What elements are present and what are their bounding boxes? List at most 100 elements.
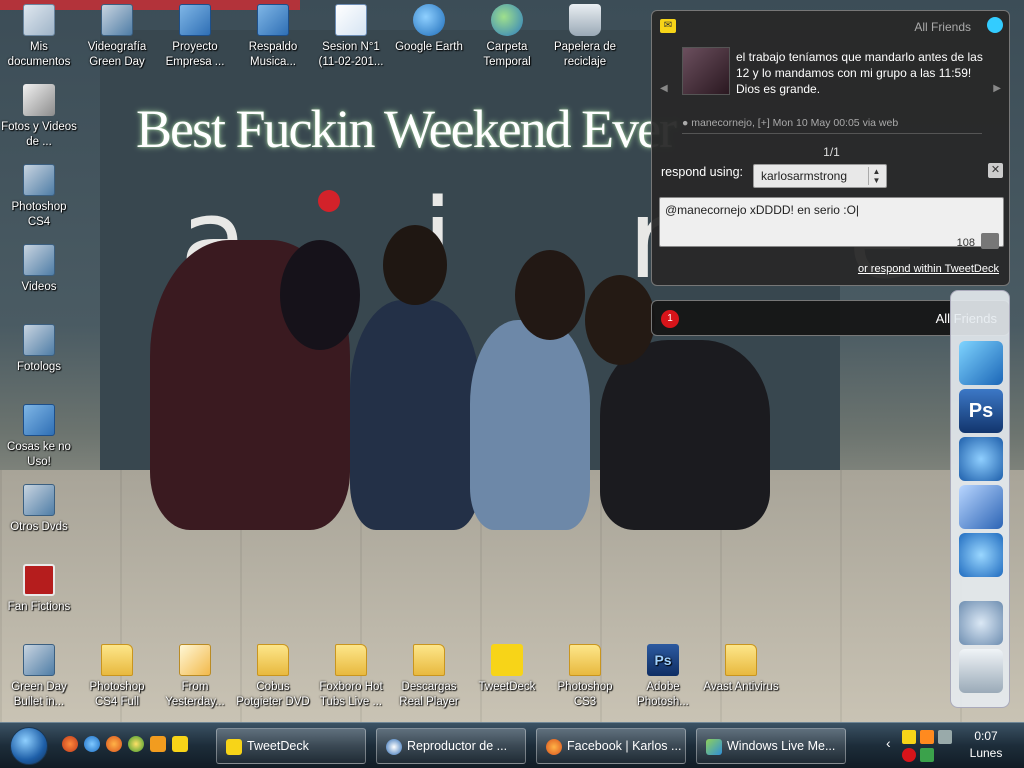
real-player-icon[interactable]: [959, 437, 1003, 481]
taskbar-button-label: Windows Live Me...: [727, 739, 836, 753]
desktop-icon-fan-fictions[interactable]: Fan Fictions: [0, 564, 78, 615]
desktop-icon-papelera[interactable]: Papelera de reciclaje: [546, 4, 624, 70]
desktop-icon-cosas[interactable]: Cosas ke no Uso!: [0, 404, 78, 470]
messenger-tray-icon[interactable]: [920, 748, 934, 762]
desktop-icon-label: Avast Antivirus: [703, 681, 779, 693]
reply-text: @manecornejo xDDDD! en serio :O: [665, 203, 856, 217]
desktop-icon-videos[interactable]: Videos: [0, 244, 78, 295]
firefox-icon[interactable]: [106, 736, 122, 752]
notification-count-badge: 1: [661, 310, 679, 328]
taskbar-button-label: Reproductor de ...: [407, 739, 508, 753]
desktop-icon-google-earth[interactable]: Google Earth: [390, 4, 468, 55]
account-select-value: karlosarmstrong: [761, 169, 848, 183]
desktop-icon-adobe-photoshop[interactable]: Ps Adobe Photosh...: [624, 644, 702, 710]
video-folder-icon: [101, 4, 133, 36]
network-icon[interactable]: [938, 730, 952, 744]
start-button[interactable]: [10, 727, 48, 765]
taskbar-button-label: TweetDeck: [247, 739, 309, 753]
network-computer-icon: [257, 4, 289, 36]
desktop-icon-label: Google Earth: [395, 41, 463, 53]
desktop-icon-tweetdeck[interactable]: TweetDeck: [468, 644, 546, 695]
desktop-icon-label: Green Day Bullet in...: [11, 681, 67, 708]
tweet-meta[interactable]: ● manecornejo, [+] Mon 10 May 00:05 via …: [682, 117, 898, 129]
account-select[interactable]: karlosarmstrong ▲ ▼: [753, 164, 887, 188]
prev-tweet-arrow-icon[interactable]: ◀: [660, 83, 668, 94]
tray-app-icon[interactable]: [920, 730, 934, 744]
folder-icon: [257, 644, 289, 676]
desktop-icon-label: Fan Fictions: [7, 601, 71, 613]
desktop-icon-label: Videos: [21, 281, 57, 293]
recycle-bin-icon[interactable]: [959, 649, 1003, 693]
reply-textarea[interactable]: @manecornejo xDDDD! en serio :O|: [659, 197, 1004, 247]
desktop-icon-label: Descargas Real Player: [399, 681, 459, 708]
photo-person: [470, 320, 590, 530]
folder-icon: [101, 644, 133, 676]
app-dock: Ps: [950, 290, 1010, 708]
security-alert-icon[interactable]: [902, 748, 916, 762]
desktop-icon-label: Cosas ke no Uso!: [7, 441, 71, 468]
desktop-icon-label: Fotologs: [16, 361, 62, 373]
desktop-icon-label: Respaldo Musica...: [248, 41, 298, 68]
taskbar-button-reproductor[interactable]: Reproductor de ...: [376, 728, 526, 764]
desktop-icon-photoshop-cs3[interactable]: Photoshop CS3: [546, 644, 624, 710]
desktop-icon-from-yesterday[interactable]: From Yesterday...: [156, 644, 234, 710]
desktop-icon-descargas[interactable]: Descargas Real Player: [390, 644, 468, 710]
desktop-window-icon[interactable]: [959, 485, 1003, 529]
desktop-icon-avast[interactable]: Avast Antivirus: [702, 644, 780, 695]
desktop-icon-cobus[interactable]: Cobus Potgieter DVD: [234, 644, 312, 710]
tweetdeck-icon[interactable]: [172, 736, 188, 752]
desktop-icon-otros-dvds[interactable]: Otros Dvds: [0, 484, 78, 535]
desktop-icon-respaldo[interactable]: Respaldo Musica...: [234, 4, 312, 70]
desktop-icon-carpeta-temporal[interactable]: Carpeta Temporal: [468, 4, 546, 70]
tweet-avatar[interactable]: [682, 47, 730, 95]
send-icon[interactable]: [981, 233, 999, 249]
taskbar-button-windows-live[interactable]: Windows Live Me...: [696, 728, 846, 764]
desktop-icon-fotos[interactable]: Fotos y Videos de ...: [0, 84, 78, 150]
folder-icon: [413, 644, 445, 676]
desktop-icon-green-day-bullet[interactable]: Green Day Bullet in...: [0, 644, 78, 710]
system-clock[interactable]: 0:07 Lunes: [958, 728, 1014, 762]
divider: [682, 133, 982, 134]
settings-gear-icon[interactable]: [959, 601, 1003, 645]
video-folder-icon: [23, 324, 55, 356]
video-folder-icon: [23, 484, 55, 516]
desktop-icon-videografia[interactable]: Videografía Green Day: [78, 4, 156, 70]
network-computer-icon: [23, 404, 55, 436]
spinner-arrows-icon[interactable]: ▲ ▼: [868, 167, 884, 185]
quicklaunch-app-icon[interactable]: [62, 736, 78, 752]
wallpaper-headline: Best Fuckin Weekend Ever: [136, 99, 677, 159]
tweetdeck-popup: ✉ All Friends ◀ ▶ el trabajo teníamos qu…: [651, 10, 1010, 286]
tweetdeck-logo-icon: ✉: [660, 19, 676, 33]
photo-person-head: [515, 250, 585, 340]
media-file-icon: [179, 644, 211, 676]
desktop-icon-photoshop-cs4-full[interactable]: Photoshop CS4 Full: [78, 644, 156, 710]
desktop-icon-label: Sesion N°1 (11-02-201...: [318, 41, 384, 68]
chrome-icon[interactable]: [128, 736, 144, 752]
ccleaner-icon[interactable]: [959, 533, 1003, 577]
desktop-icon-sesion[interactable]: Sesion N°1 (11-02-201...: [312, 4, 390, 70]
media-player-icon[interactable]: [150, 736, 166, 752]
power-icon: [23, 564, 55, 596]
video-folder-icon: [23, 164, 55, 196]
respond-within-tweetdeck-link[interactable]: or respond within TweetDeck: [858, 263, 999, 275]
desktop-icon-label: Adobe Photosh...: [637, 681, 689, 708]
documents-icon: [23, 4, 55, 36]
desktop-icon-foxboro[interactable]: Foxboro Hot Tubs Live ...: [312, 644, 390, 710]
tweet-text: el trabajo teníamos que mandarlo antes d…: [736, 50, 983, 96]
taskbar: TweetDeck Reproductor de ... Facebook | …: [0, 722, 1024, 768]
desktop-icon-fotologs[interactable]: Fotologs: [0, 324, 78, 375]
desktop-icon-proyecto[interactable]: Proyecto Empresa ...: [156, 4, 234, 70]
show-hidden-icons-chevron-icon[interactable]: ‹: [886, 735, 891, 751]
taskbar-button-facebook[interactable]: Facebook | Karlos ...: [536, 728, 686, 764]
close-icon[interactable]: ✕: [988, 163, 1003, 178]
photoshop-icon[interactable]: Ps: [959, 389, 1003, 433]
tweetdeck-tray-icon[interactable]: [902, 730, 916, 744]
photoshop-icon: Ps: [647, 644, 679, 676]
video-folder-icon: [23, 244, 55, 276]
desktop-icon-photoshop-cs4[interactable]: Photoshop CS4: [0, 164, 78, 230]
internet-explorer-icon[interactable]: [84, 736, 100, 752]
desktop-icon-mis-documentos[interactable]: Mis documentos: [0, 4, 78, 70]
media-player-icon[interactable]: [959, 341, 1003, 385]
tweet-counter: 1/1: [823, 145, 840, 159]
taskbar-button-tweetdeck[interactable]: TweetDeck: [216, 728, 366, 764]
